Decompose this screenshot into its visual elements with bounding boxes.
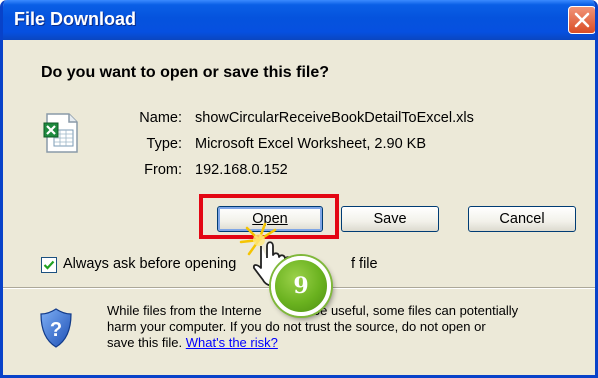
- file-name: showCircularReceiveBookDetailToExcel.xls: [195, 110, 474, 126]
- file-type: Microsoft Excel Worksheet, 2.90 KB: [195, 136, 427, 152]
- shield-question-icon: ?: [40, 308, 72, 348]
- always-ask-checkbox[interactable]: [41, 257, 57, 273]
- close-icon: [574, 12, 590, 28]
- dialog-title: File Download: [14, 9, 137, 29]
- warning-line1b: be useful, some files can potentially: [312, 303, 519, 318]
- cancel-button-label: Cancel: [499, 211, 545, 227]
- file-source: 192.168.0.152: [195, 162, 288, 178]
- always-ask-label: Always ask before opening: [63, 256, 237, 272]
- close-button[interactable]: [568, 6, 595, 34]
- name-label: Name:: [139, 110, 182, 126]
- download-question: Do you want to open or save this file?: [41, 64, 330, 81]
- file-download-dialog: File Download Do you want to open or sav…: [0, 0, 598, 378]
- title-bar[interactable]: File Download: [3, 0, 595, 40]
- type-label: Type:: [146, 136, 182, 152]
- warning-line3: save this file.: [107, 335, 183, 350]
- excel-file-icon: [43, 113, 78, 153]
- checkmark-icon: [43, 260, 55, 270]
- save-button-label: Save: [373, 211, 407, 227]
- always-ask-label-tail: f file: [351, 256, 378, 272]
- whats-the-risk-link[interactable]: What's the risk?: [186, 335, 278, 350]
- cancel-button[interactable]: Cancel: [468, 206, 576, 232]
- svg-text:?: ?: [50, 319, 62, 341]
- from-label: From:: [144, 162, 182, 178]
- security-warning: While files from the Interne be useful, …: [107, 303, 587, 351]
- save-button[interactable]: Save: [341, 206, 439, 232]
- step-number-badge: 9: [271, 256, 331, 316]
- warning-line2: harm your computer. If you do not trust …: [107, 319, 486, 334]
- warning-line1: While files from the Interne: [107, 303, 262, 318]
